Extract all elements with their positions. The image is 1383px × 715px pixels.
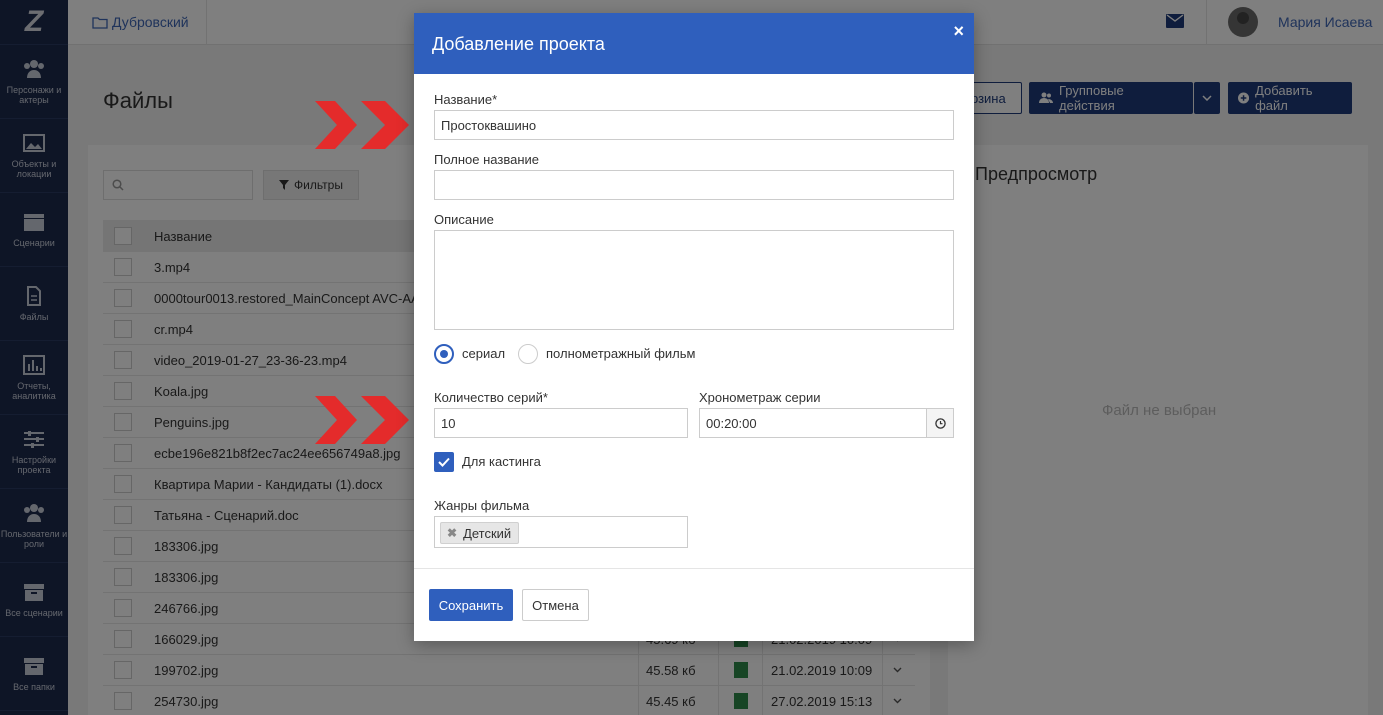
genres-label: Жанры фильма bbox=[434, 498, 530, 513]
radio-series[interactable] bbox=[434, 344, 454, 364]
radio-feature-film[interactable] bbox=[518, 344, 538, 364]
annotation-arrows-icon bbox=[315, 101, 409, 149]
annotation-arrows-icon bbox=[315, 396, 409, 444]
name-input[interactable]: Простоквашино bbox=[434, 110, 954, 140]
radio-series-label[interactable]: сериал bbox=[462, 346, 505, 361]
duration-input-value: 00:20:00 bbox=[706, 415, 757, 431]
genres-select[interactable]: ✖ Детский bbox=[434, 516, 688, 548]
episodes-input-value: 10 bbox=[441, 415, 456, 431]
save-button[interactable]: Сохранить bbox=[429, 589, 513, 621]
cancel-button[interactable]: Отмена bbox=[522, 589, 589, 621]
casting-label[interactable]: Для кастинга bbox=[462, 454, 541, 469]
add-project-modal: Добавление проекта × Название* Простоква… bbox=[414, 13, 974, 641]
duration-label: Хронометраж серии bbox=[699, 390, 821, 405]
episodes-label: Количество серий* bbox=[434, 390, 548, 405]
modal-title: Добавление проекта bbox=[432, 34, 605, 54]
description-textarea[interactable] bbox=[434, 230, 954, 330]
full-name-input[interactable] bbox=[434, 170, 954, 200]
check-icon bbox=[438, 457, 450, 467]
episodes-label-text: Количество серий bbox=[434, 390, 543, 405]
modal-footer-divider bbox=[414, 568, 974, 569]
name-label: Название* bbox=[434, 92, 497, 107]
close-icon[interactable]: × bbox=[953, 21, 964, 42]
required-mark: * bbox=[492, 92, 498, 107]
genre-tag-label: Детский bbox=[463, 525, 512, 541]
name-input-value: Простоквашино bbox=[441, 117, 537, 133]
full-name-label: Полное название bbox=[434, 152, 540, 167]
required-mark: * bbox=[542, 390, 548, 405]
remove-tag-icon[interactable]: ✖ bbox=[447, 526, 457, 540]
description-label: Описание bbox=[434, 212, 494, 227]
clock-icon bbox=[934, 417, 946, 429]
name-label-text: Название bbox=[434, 92, 493, 107]
time-picker-button[interactable] bbox=[926, 408, 954, 438]
radio-feature-film-label[interactable]: полнометражный фильм bbox=[546, 346, 695, 361]
episodes-input[interactable]: 10 bbox=[434, 408, 688, 438]
genre-tag: ✖ Детский bbox=[440, 522, 520, 544]
casting-checkbox[interactable] bbox=[434, 452, 454, 472]
modal-header: Добавление проекта × bbox=[414, 13, 974, 74]
duration-input[interactable]: 00:20:00 bbox=[699, 408, 927, 438]
